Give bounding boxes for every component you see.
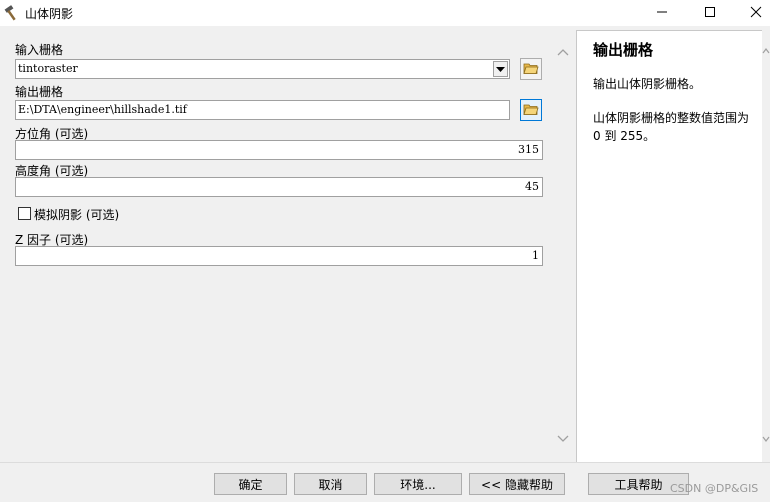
- close-button[interactable]: [733, 0, 770, 26]
- minimize-icon: [656, 6, 668, 21]
- z-factor-field[interactable]: 1: [15, 246, 543, 266]
- ok-button[interactable]: 确定: [214, 473, 287, 495]
- window-title: 山体阴影: [25, 7, 74, 21]
- close-icon: [750, 6, 762, 21]
- input-raster-label: 输入栅格: [15, 43, 64, 57]
- help-panel: 输出栅格 输出山体阴影栅格。 山体阴影栅格的整数值范围为 0 到 255。: [576, 30, 762, 462]
- altitude-value: 45: [525, 180, 539, 193]
- folder-open-icon: [523, 61, 539, 78]
- hammer-icon: [3, 4, 21, 22]
- output-raster-field[interactable]: E:\DTA\engineer\hillshade1.tif: [15, 100, 510, 120]
- input-raster-dropdown[interactable]: tintoraster: [15, 59, 510, 79]
- maximize-icon: [704, 6, 716, 21]
- dropdown-button[interactable]: [493, 61, 508, 77]
- output-raster-label: 输出栅格: [15, 85, 64, 99]
- minimize-button[interactable]: [639, 0, 685, 26]
- model-shadows-label: 模拟阴影 (可选): [34, 208, 120, 222]
- chevron-down-icon[interactable]: [557, 432, 569, 446]
- maximize-button[interactable]: [687, 0, 733, 26]
- chevron-up-icon[interactable]: [557, 45, 569, 59]
- cancel-button[interactable]: 取消: [294, 473, 367, 495]
- z-factor-value: 1: [532, 249, 539, 262]
- output-raster-value: E:\DTA\engineer\hillshade1.tif: [18, 103, 187, 116]
- watermark: CSDN @DP&GIS: [670, 482, 759, 495]
- folder-open-icon: [523, 102, 539, 119]
- azimuth-field[interactable]: 315: [15, 140, 543, 160]
- title-bar: 山体阴影: [0, 0, 770, 26]
- help-scrollbar[interactable]: [762, 30, 770, 462]
- help-paragraph: 输出山体阴影栅格。: [593, 77, 702, 91]
- chevron-up-icon[interactable]: [762, 44, 770, 58]
- help-paragraph: 山体阴影栅格的整数值范围为 0 到 255。: [593, 111, 750, 143]
- output-raster-browse-button[interactable]: [520, 99, 542, 121]
- azimuth-value: 315: [518, 143, 539, 156]
- form-scrollbar[interactable]: [553, 27, 572, 462]
- help-title: 输出栅格: [593, 41, 654, 59]
- input-raster-value: tintoraster: [18, 62, 78, 75]
- hide-help-button[interactable]: << 隐藏帮助: [469, 473, 565, 495]
- model-shadows-checkbox[interactable]: [18, 207, 31, 220]
- environments-button[interactable]: 环境...: [374, 473, 462, 495]
- altitude-field[interactable]: 45: [15, 177, 543, 197]
- input-raster-browse-button[interactable]: [520, 58, 542, 80]
- chevron-down-icon[interactable]: [762, 432, 770, 446]
- chevron-down-icon: [496, 62, 505, 76]
